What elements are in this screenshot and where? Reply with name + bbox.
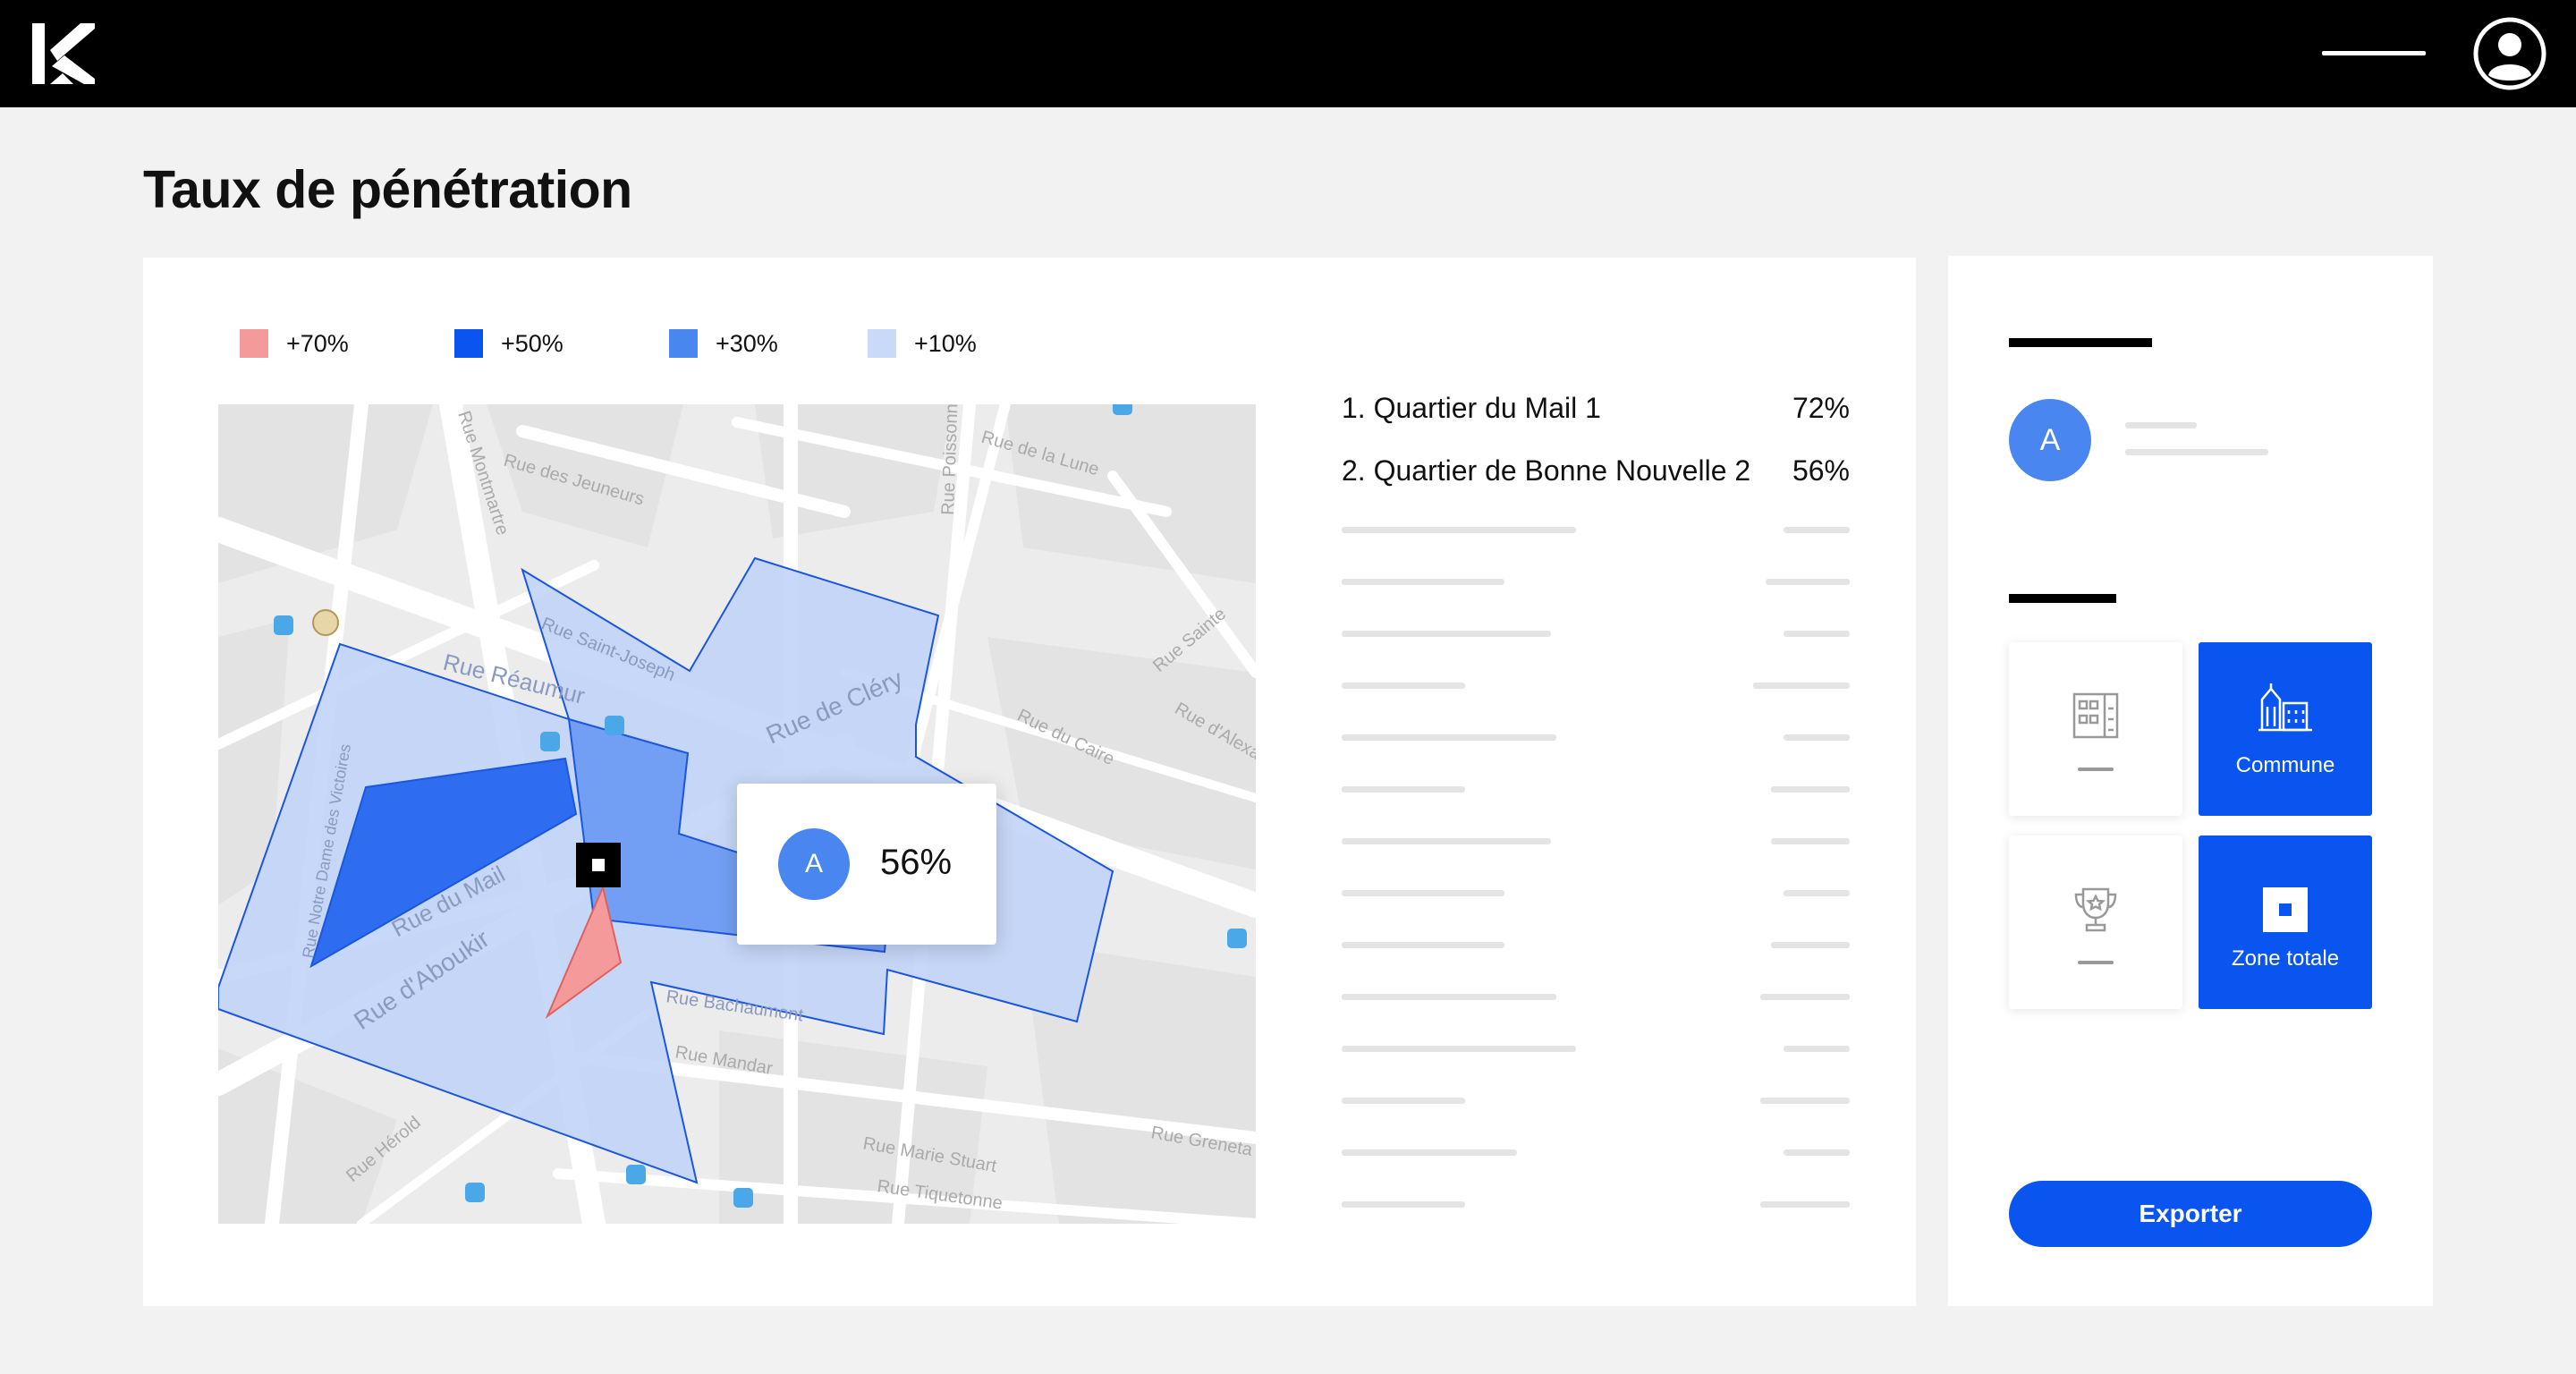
placeholder-value bbox=[1784, 890, 1850, 896]
placeholder-name bbox=[1342, 786, 1465, 793]
ranking-name: 1. Quartier du Mail 1 bbox=[1342, 392, 1601, 424]
ranking-value: 56% bbox=[1792, 454, 1850, 487]
tile-building[interactable] bbox=[2009, 642, 2182, 816]
side-panel: A Commune Zone totale Exporter bbox=[1948, 256, 2433, 1306]
ranking-name: 2. Quartier de Bonne Nouvelle 2 bbox=[1342, 454, 1751, 487]
placeholder-value bbox=[1760, 1201, 1850, 1208]
placeholder-name bbox=[1342, 527, 1576, 533]
legend-swatch-10 bbox=[868, 329, 896, 358]
legend-label-70: +70% bbox=[286, 329, 349, 357]
placeholder-name bbox=[1342, 734, 1556, 741]
placeholder-value bbox=[1771, 786, 1850, 793]
legend-swatch-50 bbox=[454, 329, 483, 358]
bus-stop-icon bbox=[733, 1188, 753, 1208]
building-grid-icon bbox=[2072, 692, 2119, 739]
placeholder-value bbox=[1784, 527, 1850, 533]
placeholder-name bbox=[1342, 1098, 1465, 1104]
legend-label-30: +30% bbox=[716, 329, 778, 357]
metro-icon bbox=[312, 609, 339, 636]
bus-stop-icon bbox=[540, 732, 560, 751]
user-detail-placeholder bbox=[2125, 449, 2268, 455]
tile-commune[interactable]: Commune bbox=[2199, 642, 2372, 816]
section-heading-bar bbox=[2009, 594, 2116, 603]
legend-item-10: +10% bbox=[868, 326, 977, 361]
legend-swatch-30 bbox=[669, 329, 698, 358]
tile-trophy[interactable] bbox=[2009, 835, 2182, 1009]
bus-stop-icon bbox=[1113, 404, 1132, 415]
legend-item-30: +30% bbox=[669, 326, 778, 361]
placeholder-name bbox=[1342, 1046, 1576, 1052]
section-heading-bar bbox=[2009, 338, 2152, 347]
tile-label: Commune bbox=[2235, 753, 2335, 777]
menu-line-icon[interactable] bbox=[2322, 51, 2426, 55]
placeholder-value bbox=[1760, 1098, 1850, 1104]
placeholder-value bbox=[1784, 1046, 1850, 1052]
brand-logo[interactable] bbox=[32, 23, 95, 84]
page-title: Taux de pénétration bbox=[143, 160, 632, 219]
legend-item-70: +70% bbox=[240, 326, 349, 361]
placeholder-value bbox=[1771, 942, 1850, 948]
bus-stop-icon bbox=[1227, 929, 1247, 948]
placeholder-value bbox=[1753, 683, 1850, 689]
bus-stop-icon bbox=[274, 615, 293, 635]
legend-swatch-70 bbox=[240, 329, 268, 358]
bus-stop-icon bbox=[465, 1183, 485, 1202]
zone-square-icon bbox=[2263, 887, 2308, 932]
export-button[interactable]: Exporter bbox=[2009, 1181, 2372, 1247]
tile-label-placeholder bbox=[2078, 961, 2114, 964]
placeholder-name bbox=[1342, 683, 1465, 689]
zone-marker-dot bbox=[592, 859, 605, 871]
tooltip-value: 56% bbox=[880, 843, 953, 882]
map-tooltip: A 56% bbox=[737, 784, 996, 945]
placeholder-name bbox=[1342, 838, 1551, 844]
bus-stop-icon bbox=[605, 716, 624, 735]
city-buildings-icon bbox=[2258, 683, 2312, 732]
placeholder-value bbox=[1771, 838, 1850, 844]
legend-label-10: +10% bbox=[914, 329, 977, 357]
placeholder-name bbox=[1342, 631, 1551, 637]
placeholder-value bbox=[1784, 734, 1850, 741]
placeholder-name bbox=[1342, 1149, 1517, 1156]
user-name-placeholder bbox=[2125, 422, 2197, 428]
ranking-row[interactable]: 1. Quartier du Mail 1 72% bbox=[1342, 392, 1850, 428]
penetration-map[interactable]: Rue Montmartre Rue des Jeuneurs Rue de l… bbox=[218, 404, 1256, 1224]
penetration-card: +70% +50% +30% +10% Rue Montmartre Rue d… bbox=[143, 258, 1916, 1306]
legend-item-50: +50% bbox=[454, 326, 564, 361]
ranking-row[interactable]: 2. Quartier de Bonne Nouvelle 2 56% bbox=[1342, 454, 1850, 490]
ranking-value: 72% bbox=[1792, 392, 1850, 424]
placeholder-name bbox=[1342, 890, 1504, 896]
placeholder-value bbox=[1766, 579, 1850, 585]
placeholder-value bbox=[1784, 1149, 1850, 1156]
placeholder-name bbox=[1342, 994, 1556, 1000]
tooltip-avatar: A bbox=[778, 828, 850, 900]
placeholder-value bbox=[1784, 631, 1850, 637]
placeholder-name bbox=[1342, 579, 1504, 585]
tile-label-placeholder bbox=[2078, 768, 2114, 771]
user-avatar[interactable]: A bbox=[2009, 399, 2091, 481]
tile-zone-totale[interactable]: Zone totale bbox=[2199, 835, 2372, 1009]
user-account-icon[interactable] bbox=[2472, 16, 2547, 91]
placeholder-name bbox=[1342, 942, 1504, 948]
trophy-icon bbox=[2074, 887, 2117, 932]
placeholder-name bbox=[1342, 1201, 1465, 1208]
legend-label-50: +50% bbox=[501, 329, 564, 357]
placeholder-value bbox=[1760, 994, 1850, 1000]
top-bar bbox=[0, 0, 2576, 107]
tile-label: Zone totale bbox=[2231, 946, 2340, 971]
bus-stop-icon bbox=[626, 1165, 646, 1184]
zone-marker[interactable] bbox=[576, 843, 621, 887]
